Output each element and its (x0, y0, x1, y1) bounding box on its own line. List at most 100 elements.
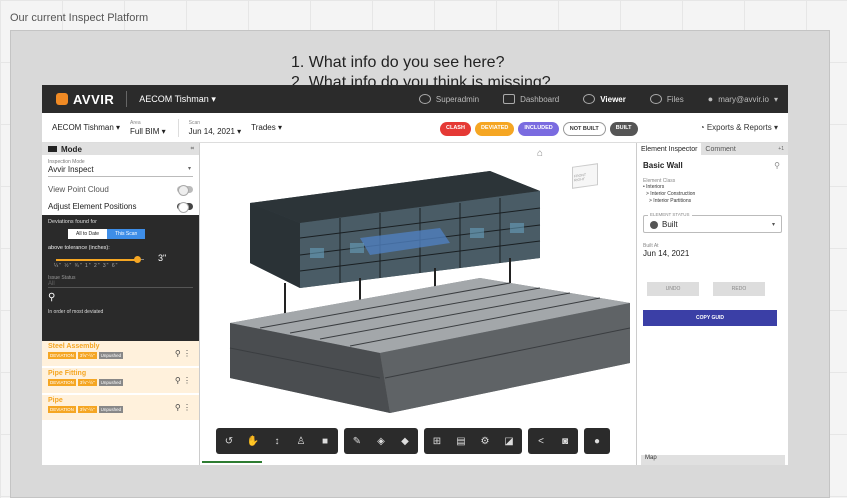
area-caption: Area (130, 119, 141, 126)
tolerance-label: above tolerance (inches): (48, 245, 110, 251)
nav-dashboard[interactable]: Dashboard (503, 94, 559, 104)
home-icon[interactable]: ⌂ (537, 148, 543, 159)
right-panel-tabs: Element Inspector Comment +1 (637, 143, 788, 155)
walk-icon[interactable]: ♙ (294, 436, 308, 447)
left-panel: Mode ⌗ Inspection Mode Avvir Inspect ▾ Vi… (42, 143, 200, 465)
nav-label: Files (666, 94, 684, 104)
deviation-name: Pipe (48, 397, 63, 404)
expand-icon[interactable]: ⌗ (191, 146, 194, 153)
slider-fill (56, 259, 136, 261)
inspection-value: Avvir Inspect (48, 165, 94, 174)
tolerance-slider[interactable]: ¼" ½" ¾" 1" 2" 3" 6" 3" (48, 253, 193, 271)
seg-this-scan[interactable]: This Scan (107, 229, 146, 239)
view-point-cloud-toggle[interactable] (177, 185, 193, 196)
tab-overflow[interactable]: +1 (778, 146, 788, 152)
seg-all-to-date[interactable]: All to Date (68, 229, 108, 239)
right-panel: Element Inspector Comment +1 Basic Wall … (636, 143, 788, 465)
brand-logo[interactable]: AVVIR (56, 92, 114, 107)
deviation-name: Pipe Fitting (48, 370, 87, 377)
chevron-down-icon: ▾ (773, 94, 778, 104)
list-item[interactable]: Steel Assembly DEVIATION 3⅝"-½" Unpushed… (42, 341, 199, 368)
zoom-more-icons[interactable]: ⚲ ⋮ (175, 403, 191, 412)
map-tab[interactable]: Map (641, 455, 785, 465)
tab-comment[interactable]: Comment (701, 143, 739, 155)
pan-icon[interactable]: ✋ (246, 436, 260, 447)
nav-files[interactable]: Files (649, 94, 684, 104)
exports-menu[interactable]: ◔ Exports & Reports ▾ (700, 123, 778, 132)
nav-items: Superadmin Dashboard Viewer Files ● mary… (418, 85, 778, 113)
deviation-scope-toggle: All to Date This Scan (68, 229, 193, 239)
nav-user-menu[interactable]: ● mary@avvir.io ▾ (708, 94, 778, 104)
trades-selector[interactable]: Trades ▾ (251, 123, 282, 132)
zoom-more-icons[interactable]: ⚲ ⋮ (175, 376, 191, 385)
deviation-amount-badge: 3⅝"-½" (77, 406, 97, 413)
nav-viewer[interactable]: Viewer (583, 94, 626, 104)
camera-icon[interactable]: ■ (318, 436, 332, 447)
user-icon: ● (707, 94, 714, 104)
push-status-badge: Unpushed (98, 406, 124, 413)
slider-handle[interactable] (134, 256, 141, 263)
filter-clash[interactable]: CLASH (440, 122, 471, 136)
inspection-mode-select[interactable]: Inspection Mode Avvir Inspect ▾ (42, 155, 199, 181)
top-nav-bar: AVVIR AECOM Tishman ▾ Superadmin Dashboa… (42, 85, 788, 113)
screenshot-icon[interactable]: ◙ (558, 436, 572, 447)
org-selector[interactable]: AECOM Tishman ▾ (52, 123, 120, 132)
adjust-positions-toggle[interactable] (177, 202, 193, 213)
scan-caption: Scan (188, 119, 201, 126)
structure-tools: ⊞ ▤ ⚙ ◪ (424, 428, 522, 454)
filter-included[interactable]: INCLUDED (518, 122, 559, 136)
nav-label: mary@avvir.io (718, 94, 769, 104)
redo-button[interactable]: REDO (713, 282, 765, 296)
list-item[interactable]: Pipe Fitting DEVIATION 3⅝"-½" Unpushed ⚲… (42, 368, 199, 395)
share-icon[interactable]: < (534, 436, 548, 447)
deviation-badge: DEVIATION (48, 406, 76, 413)
element-name: Basic Wall (643, 161, 683, 170)
filter-built[interactable]: BUILT (609, 122, 638, 136)
filter-deviated[interactable]: DEVIATED (474, 122, 515, 136)
fullscreen-icon[interactable]: ◪ (502, 436, 516, 447)
nav-superadmin[interactable]: Superadmin (418, 94, 480, 104)
filter-not-built[interactable]: NOT BUILT (562, 122, 606, 136)
deviation-amount-badge: 3⅝"-½" (77, 379, 97, 386)
divider (126, 91, 128, 107)
built-at-value: Jun 14, 2021 (643, 249, 690, 258)
undo-button[interactable]: UNDO (647, 282, 699, 296)
adjust-positions-row: Adjust Element Positions (42, 198, 199, 215)
avvir-logo-icon (56, 93, 68, 105)
scan-selector[interactable]: Scan Jun 14, 2021 ▾ (189, 120, 242, 136)
dashboard-icon (503, 94, 516, 104)
view-point-cloud-label: View Point Cloud (48, 185, 109, 194)
status-filters: CLASH DEVIATED INCLUDED NOT BUILT BUILT (440, 122, 638, 136)
brand-name: AVVIR (73, 91, 115, 107)
explode-icon[interactable]: ◆ (398, 436, 412, 447)
copy-guid-button[interactable]: COPY GUID (643, 310, 777, 326)
deviation-list: Steel Assembly DEVIATION 3⅝"-½" Unpushed… (42, 341, 199, 422)
list-item[interactable]: Pipe DEVIATION 3⅝"-½" Unpushed ⚲ ⋮ (42, 395, 199, 422)
project-selector[interactable]: AECOM Tishman ▾ (139, 94, 216, 105)
settings-icon[interactable]: ⚙ (478, 436, 492, 447)
measure-icon[interactable]: ✎ (350, 436, 364, 447)
hierarchy-icon[interactable]: ⊞ (430, 436, 444, 447)
cloud-upload-icon (649, 94, 662, 104)
palette-icon[interactable]: ● (590, 436, 604, 447)
properties-icon[interactable]: ▤ (454, 436, 468, 447)
area-selector[interactable]: Area Full BIM ▾ (130, 120, 166, 136)
search-icon[interactable]: ⚲ (774, 161, 780, 170)
class-path-3: > Interior Partitions (649, 198, 692, 204)
status-value: Built (662, 220, 678, 229)
nav-label: Dashboard (520, 94, 560, 104)
chevron-down-icon: ▾ (187, 166, 191, 172)
element-status-select[interactable]: ELEMENT STATUS Built ▾ (643, 212, 782, 233)
tab-element-inspector[interactable]: Element Inspector (637, 143, 702, 155)
nav-label: Superadmin (435, 94, 480, 104)
zoom-icon[interactable]: ↕ (270, 436, 284, 447)
push-status-badge: Unpushed (98, 352, 124, 359)
search-icon[interactable]: ⚲ (48, 292, 193, 303)
zoom-more-icons[interactable]: ⚲ ⋮ (175, 349, 191, 358)
3d-viewer[interactable]: ⌂ FRONT RIGHT ↺ ✋ ↕ ♙ ■ ✎ ◈ ◆ ⊞ ▤ ⚙ ◪ < … (200, 143, 636, 465)
tolerance-value: 3" (158, 253, 167, 263)
section-icon[interactable]: ◈ (374, 436, 388, 447)
orbit-icon[interactable]: ↺ (222, 436, 236, 447)
issue-status-select[interactable]: All (48, 281, 193, 288)
project-name: AECOM Tishman (139, 93, 209, 104)
